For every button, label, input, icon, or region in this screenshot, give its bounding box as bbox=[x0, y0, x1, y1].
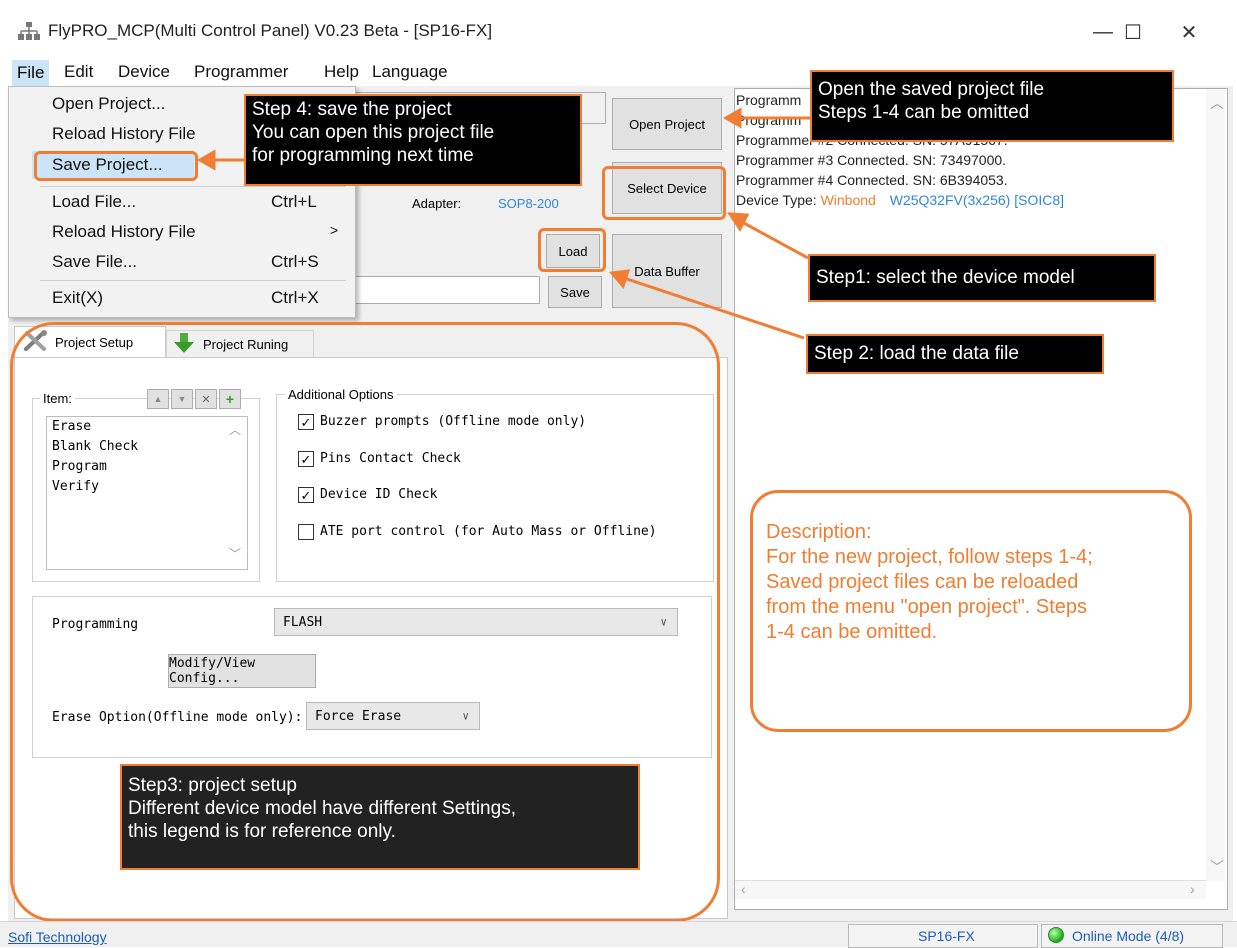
open-saved-note: Open the saved project file Steps 1-4 ca… bbox=[810, 70, 1174, 142]
description-line: For the new project, follow steps 1-4; bbox=[766, 546, 1093, 568]
open-saved-line: Open the saved project file bbox=[818, 79, 1045, 100]
description-line: from the menu "open project". Steps bbox=[766, 596, 1088, 618]
step2-note: Step 2: load the data file bbox=[806, 334, 1104, 374]
online-led-icon bbox=[1048, 927, 1064, 943]
step3-line: this legend is for reference only. bbox=[128, 821, 396, 842]
step3-line: Different device model have different Se… bbox=[128, 798, 516, 819]
description-line: Saved project files can be reloaded bbox=[766, 571, 1079, 593]
status-mode: Online Mode (4/8) bbox=[1072, 928, 1185, 944]
company-link[interactable]: Sofi Technology bbox=[8, 929, 107, 945]
step4-line: for programming next time bbox=[252, 145, 474, 166]
open-saved-line: Steps 1-4 can be omitted bbox=[818, 102, 1030, 123]
description-text: Description: For the new project, follow… bbox=[766, 520, 1186, 645]
step3-line: Step3: project setup bbox=[128, 775, 297, 796]
description-line: 1-4 can be omitted. bbox=[766, 621, 938, 643]
step4-line: Step 4: save the project bbox=[252, 99, 452, 120]
step3-note: Step3: project setup Different device mo… bbox=[120, 764, 640, 870]
step4-line: You can open this project file bbox=[252, 122, 495, 143]
status-model: SP16-FX bbox=[918, 928, 975, 944]
step1-note: Step1: select the device model bbox=[808, 254, 1156, 302]
description-line: Description: bbox=[766, 521, 872, 543]
step4-note: Step 4: save the project You can open th… bbox=[244, 94, 582, 186]
